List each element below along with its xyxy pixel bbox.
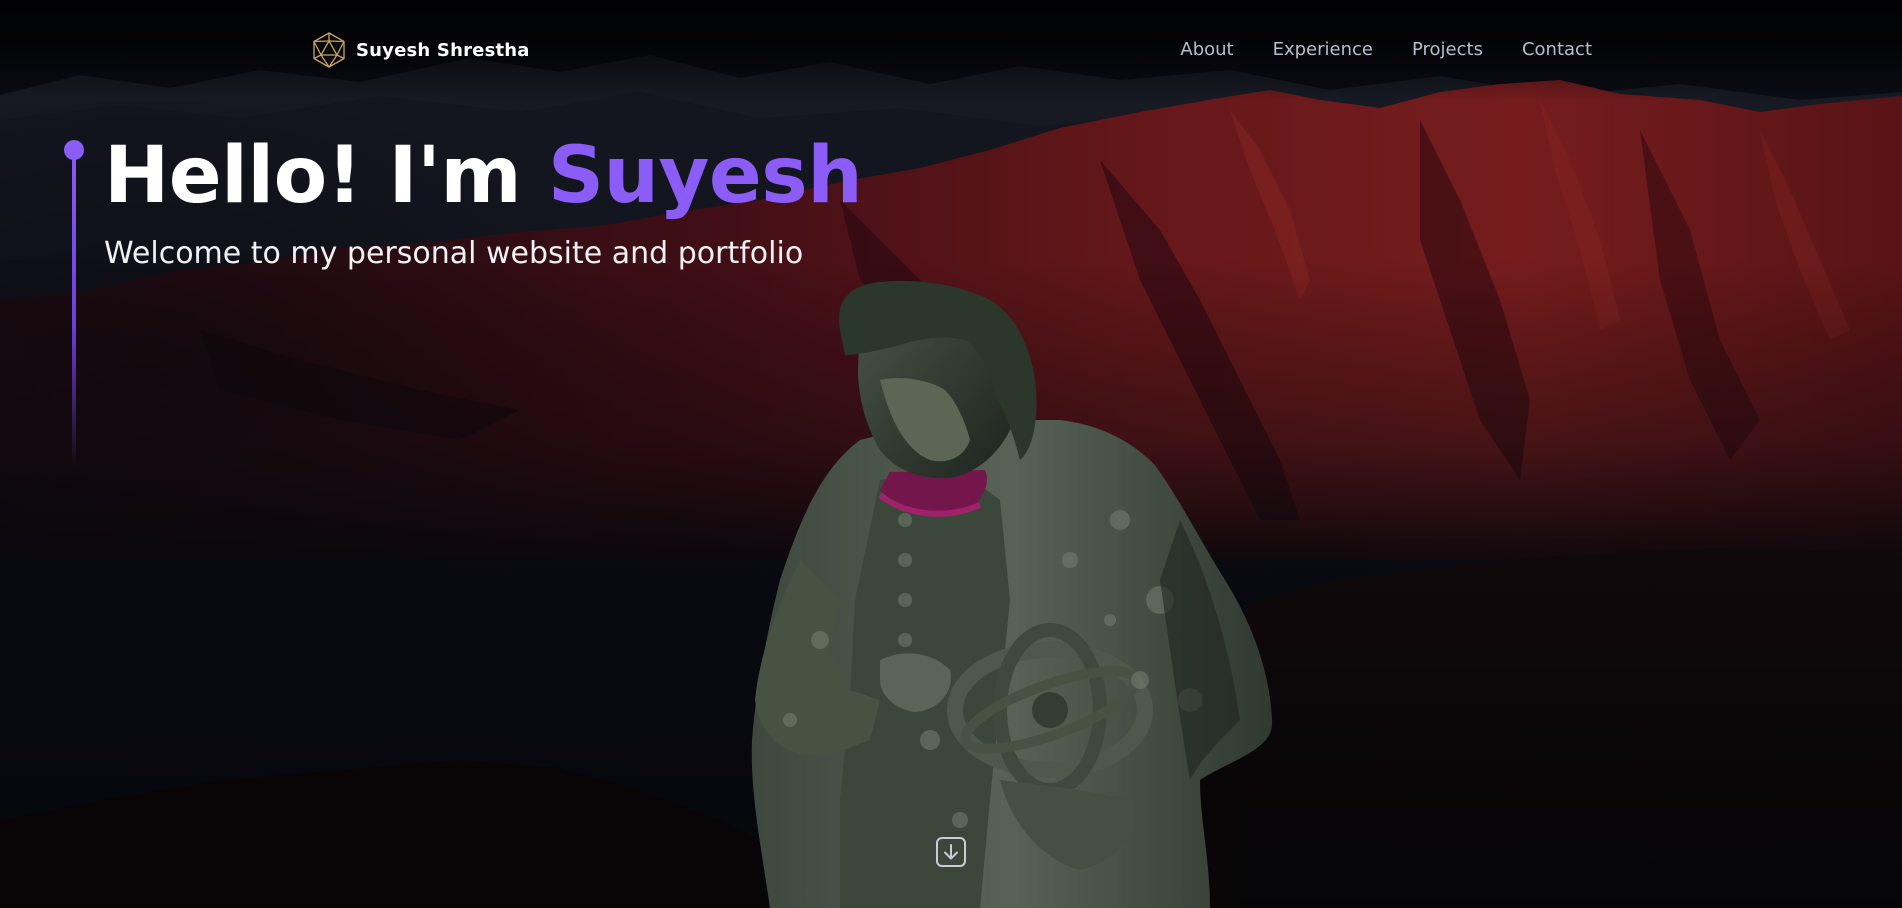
brand-name: Suyesh Shrestha <box>356 39 530 61</box>
hero-greeting: Hello! I'm <box>104 131 522 221</box>
nav-link-projects[interactable]: Projects <box>1412 38 1483 62</box>
scroll-down-button[interactable] <box>934 835 968 869</box>
navbar: Suyesh Shrestha About Experience Project… <box>0 0 1902 100</box>
hero-section: Suyesh Shrestha About Experience Project… <box>0 0 1902 908</box>
nav-link-about[interactable]: About <box>1180 38 1233 62</box>
hero-headline: Hello! I'm Suyesh <box>104 128 863 224</box>
accent-dot <box>64 140 84 160</box>
nav-link-experience[interactable]: Experience <box>1273 38 1373 62</box>
main-nav: About Experience Projects Contact <box>1180 38 1592 62</box>
arrow-down-icon <box>936 837 966 867</box>
accent-line <box>72 148 76 468</box>
brand-link[interactable]: Suyesh Shrestha <box>310 31 530 69</box>
hero-subtitle: Welcome to my personal website and portf… <box>104 236 804 271</box>
icosahedron-icon <box>313 32 345 68</box>
nav-link-contact[interactable]: Contact <box>1522 38 1592 62</box>
hero-name: Suyesh <box>547 131 863 221</box>
